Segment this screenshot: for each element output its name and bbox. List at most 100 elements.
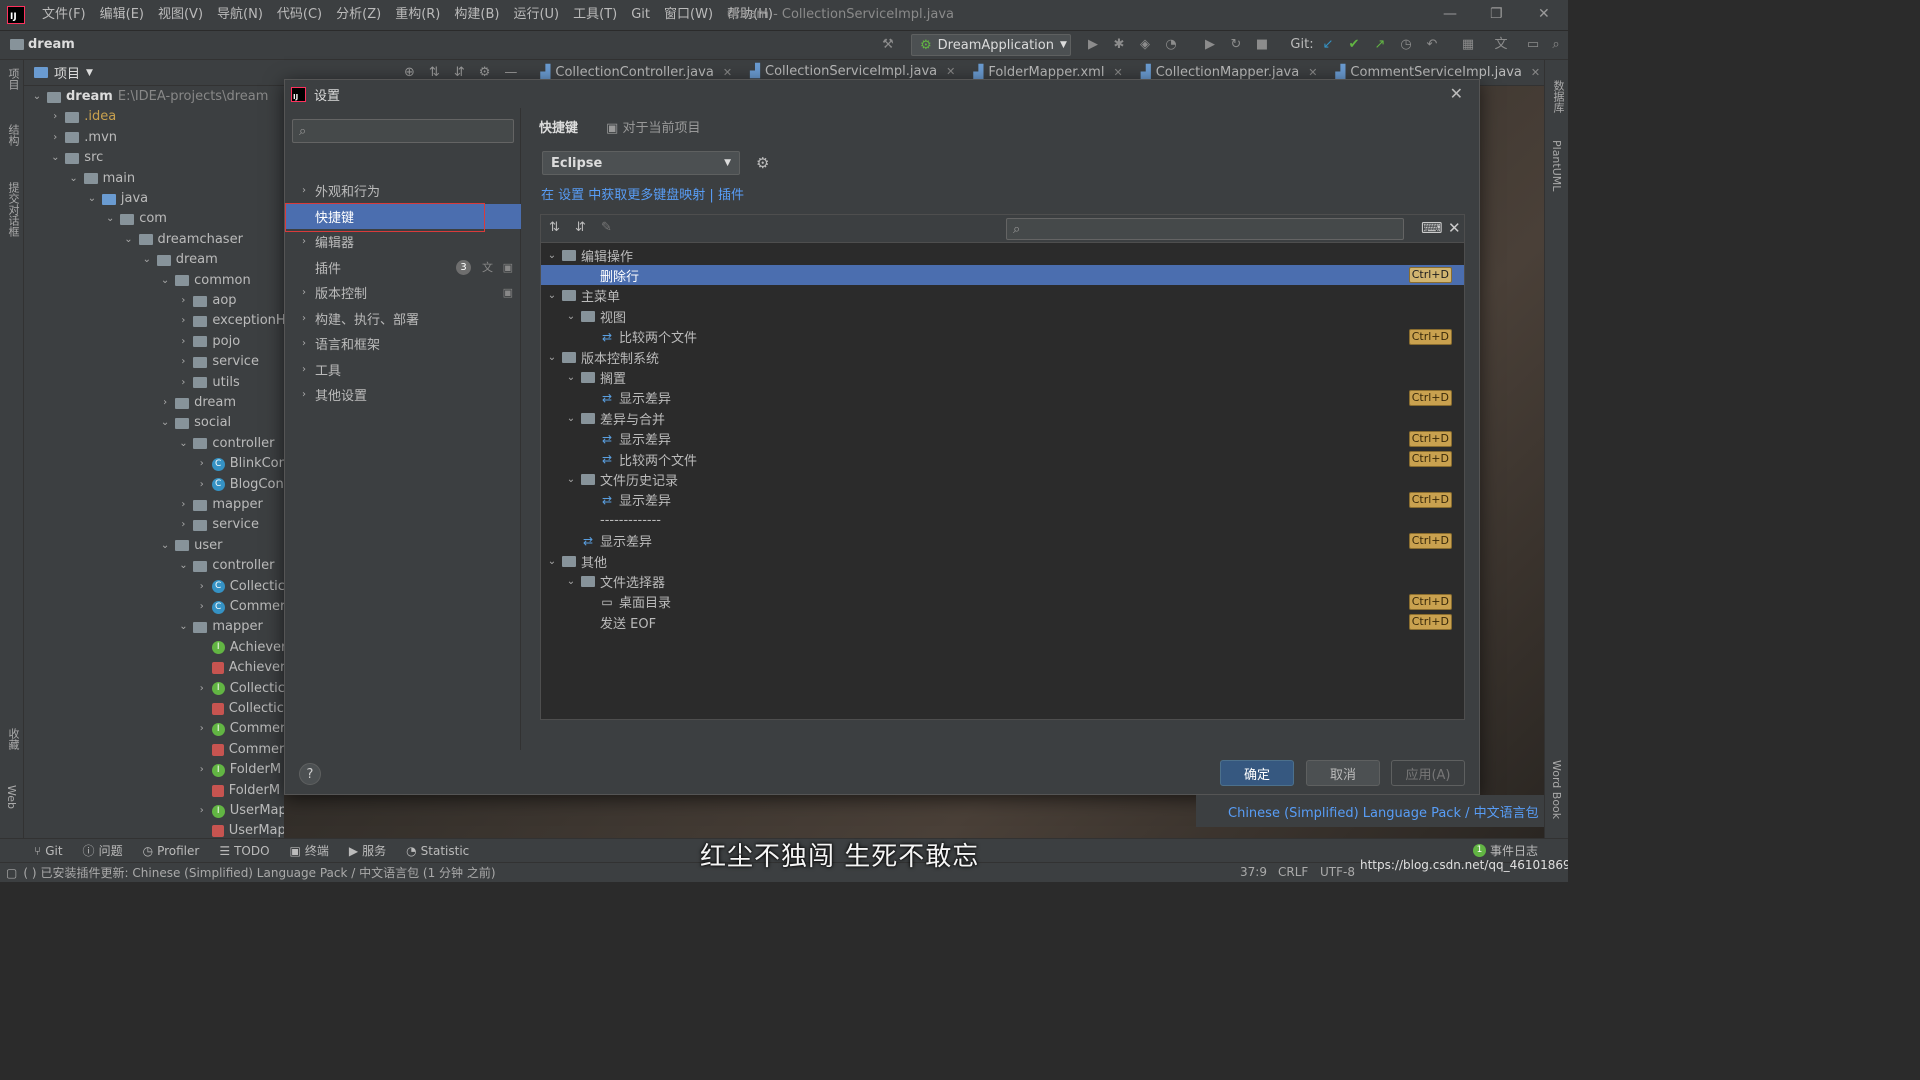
project-tree-row[interactable]: FolderM [197,781,280,801]
tool-tab-wordbook[interactable]: Word Book [1550,760,1563,819]
presentation-icon[interactable]: ▭ [1525,37,1541,53]
project-breadcrumb[interactable]: dream [10,37,75,52]
collapse-all-icon[interactable]: ⇵ [454,65,465,80]
expand-all-icon[interactable]: ⇅ [429,65,440,80]
project-tree-row[interactable]: ⌄ controller [178,434,274,454]
chevron-down-icon[interactable]: ⌄ [566,311,576,322]
menu-item[interactable]: 编辑(E) [93,0,151,30]
project-tree-row[interactable]: ⌄ controller [178,556,274,576]
keymap-row[interactable]: ⌄ 文件历史记录 [541,469,1464,489]
notification-link[interactable]: Chinese (Simplified) Language Pack / 中文语… [1228,802,1539,821]
keymap-search-input[interactable]: ⌕ [1006,218,1404,240]
settings-sidebar-item[interactable]: › 版本控制 ▣ [285,280,521,305]
menu-item[interactable]: 视图(V) [151,0,210,30]
dialog-close-icon[interactable]: ✕ [1450,84,1463,103]
settings-sidebar-item[interactable]: › 语言和框架 [285,331,521,356]
keymap-row[interactable]: ⌄ 主菜单 [541,286,1464,306]
notification-balloon[interactable]: Chinese (Simplified) Language Pack / 中文语… [1196,795,1544,827]
coverage-icon[interactable]: ◈ [1137,37,1153,53]
chevron-down-icon[interactable]: ⌄ [105,209,115,229]
project-tree-row[interactable]: › C BlinkCon [197,454,287,474]
status-message[interactable]: 已安装插件更新: Chinese (Simplified) Language P… [41,864,496,881]
menu-item[interactable]: 构建(B) [447,0,506,30]
tool-tab-commit[interactable]: 提交对话框 [5,182,21,237]
project-tree-row[interactable]: ⌄ com [105,209,167,229]
caret-position[interactable]: 37:9 [1240,865,1267,879]
bottom-tab[interactable]: ☰ TODO [209,844,279,858]
close-tab-icon[interactable]: ✕ [1308,66,1317,79]
find-by-shortcut-icon[interactable]: ⌨ [1421,219,1443,237]
apply-button[interactable]: 应用(A) [1391,760,1465,786]
translate-icon[interactable]: 文 [1493,37,1509,53]
keymap-row[interactable]: ⌄ 版本控制系统 [541,347,1464,367]
project-tree-row[interactable]: › service [178,515,259,535]
chevron-right-icon[interactable]: › [178,515,188,535]
git-history-icon[interactable]: ◷ [1398,37,1414,53]
keymap-row[interactable]: ⇄ 比较两个文件 Ctrl+D [541,449,1464,469]
run-config-dropdown[interactable]: ⚙ DreamApplication ▼ [911,34,1071,56]
minimize-icon[interactable]: — [1443,6,1457,22]
settings-gear-icon[interactable]: ⚙ [479,65,491,80]
tool-tab-web[interactable]: Web [5,785,18,809]
close-tab-icon[interactable]: ✕ [1531,66,1540,79]
project-tree-row[interactable]: I Achiever [197,638,286,658]
bottom-tab[interactable]: ▣ 终端 [280,842,339,859]
project-tree-row[interactable]: ⌄ common [160,271,251,291]
git-rollback-icon[interactable]: ↶ [1424,37,1440,53]
tool-tab-plantuml[interactable]: PlantUML [1550,140,1563,191]
project-tree-row[interactable]: › exceptionH [178,311,285,331]
chevron-right-icon[interactable]: › [178,373,188,393]
chevron-down-icon[interactable]: ⌄ [160,536,170,556]
project-tree-row[interactable]: › I Collectic [197,679,285,699]
menu-item[interactable]: 代码(C) [270,0,329,30]
project-tree-row[interactable]: › utils [178,373,239,393]
help-button[interactable]: ? [299,763,321,785]
project-tree-row[interactable]: ⌄ java [87,189,148,209]
project-tree-row[interactable]: ⌄ src [50,148,103,168]
project-tree-row[interactable]: ⌄ mapper [178,617,263,637]
project-tree-row[interactable]: › .mvn [50,128,117,148]
chevron-right-icon[interactable]: › [50,107,60,127]
bottom-tab[interactable]: ◷ Profiler [133,844,210,858]
project-tree-row[interactable]: Achiever [197,658,285,678]
settings-sidebar-item[interactable]: 快捷键 [285,202,521,232]
resume-icon[interactable]: ▶ [1202,37,1218,53]
chevron-right-icon[interactable]: › [197,679,207,699]
chevron-down-icon[interactable]: ⌄ [178,556,188,576]
clear-filter-icon[interactable]: ✕ [1448,219,1461,237]
chevron-down-icon[interactable]: ⌄ [547,352,557,363]
keymap-row[interactable]: ⌄ 其他 [541,551,1464,571]
chevron-right-icon[interactable]: › [178,311,188,331]
project-tree-row[interactable]: Collectic [197,699,284,719]
menu-item[interactable]: 分析(Z) [329,0,388,30]
menu-item[interactable]: 窗口(W) [657,0,720,30]
chevron-right-icon[interactable]: › [160,393,170,413]
tool-tab-structure[interactable]: 结构 [5,124,21,146]
chevron-down-icon[interactable]: ⌄ [547,290,557,301]
close-window-icon[interactable]: ✕ [1538,6,1550,22]
project-tree-row[interactable]: Commer [197,740,284,760]
chevron-down-icon[interactable]: ⌄ [566,576,576,587]
close-tab-icon[interactable]: ✕ [723,66,732,79]
bottom-tab[interactable]: ⓘ 问题 [73,842,133,859]
chevron-down-icon[interactable]: ⌄ [547,250,557,261]
chevron-down-icon[interactable]: ⌄ [69,169,79,189]
project-tree-row[interactable]: › C Collectic [197,577,285,597]
keymap-row[interactable]: ⇄ 显示差异 Ctrl+D [541,388,1464,408]
keymap-row[interactable]: ⌄ 文件选择器 [541,571,1464,591]
git-commit-icon[interactable]: ✔ [1346,37,1362,53]
chevron-right-icon[interactable]: › [197,577,207,597]
tool-tab-database[interactable]: 数据库 [1550,80,1566,113]
chevron-right-icon[interactable]: › [178,332,188,352]
restore-icon[interactable]: ❐ [1490,6,1503,22]
keymap-row[interactable]: ------------- [541,510,1464,530]
keymap-row[interactable]: ⌄ 差异与合并 [541,408,1464,428]
tool-tab-project[interactable]: 项目 [5,68,21,90]
status-square-icon[interactable]: ▢ [6,866,17,880]
edit-pencil-icon[interactable]: ✎ [601,220,612,235]
project-structure-icon[interactable]: ▦ [1460,37,1476,53]
project-tree-row[interactable]: ⌄ dreamchaser [124,230,243,250]
project-panel-title[interactable]: 项目 [54,63,80,82]
project-tree-row[interactable]: ⌄ main [69,169,135,189]
project-tree-row[interactable]: › C Commer [197,597,286,617]
